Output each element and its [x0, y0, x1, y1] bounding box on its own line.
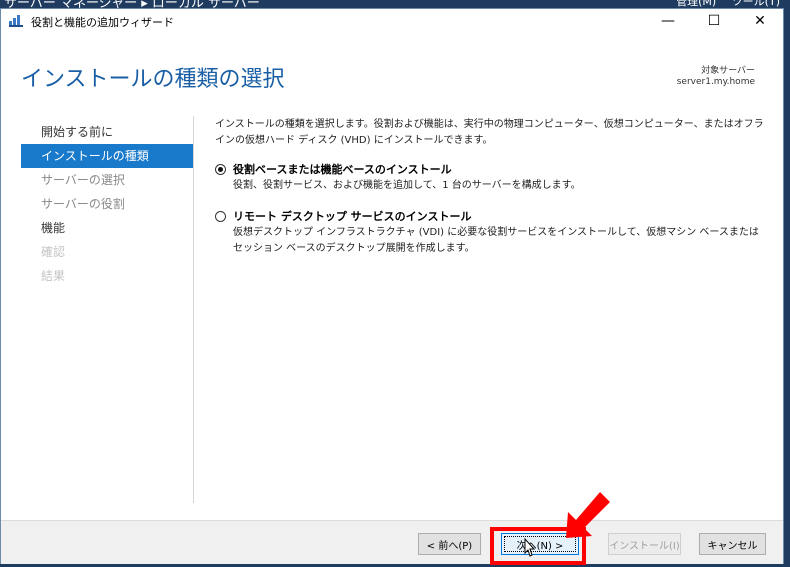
nav-item-server-selection: サーバーの選択	[41, 173, 125, 187]
title-bar[interactable]: 役割と機能の追加ウィザード — ☐ ✕	[1, 9, 783, 33]
window-title: 役割と機能の追加ウィザード	[31, 16, 174, 29]
wizard-nav: 開始する前に インストールの種類 サーバーの選択 サーバーの役割 機能 確認 結…	[21, 120, 193, 288]
nav-item-before-you-begin[interactable]: 開始する前に	[21, 120, 193, 144]
background-menu-tools[interactable]: ツール(T)	[732, 0, 780, 8]
nav-item-confirmation: 確認	[41, 245, 66, 259]
option-role-based-title[interactable]: 役割ベースまたは機能ベースのインストール	[233, 161, 767, 178]
nav-item-features[interactable]: 機能	[21, 216, 193, 240]
nav-item-results: 結果	[41, 269, 66, 283]
nav-item-server-roles: サーバーの役割	[41, 197, 125, 211]
intro-text: インストールの種類を選択します。役割および機能は、実行中の物理コンピューター、仮…	[215, 119, 764, 146]
option-role-based-description: 役割、役割サービス、および機能を追加して、1 台のサーバーを構成します。	[233, 180, 581, 191]
option-remote-desktop-description: 仮想デスクトップ インフラストラクチャ (VDI) に必要な役割サービスをインス…	[233, 227, 759, 254]
mouse-cursor-icon	[524, 538, 536, 557]
option-remote-desktop-title[interactable]: リモート デスクトップ サービスのインストール	[233, 208, 767, 225]
radio-remote-desktop[interactable]	[215, 211, 226, 222]
install-button: インストール(I)	[608, 533, 681, 555]
page-title: インストールの種類の選択	[21, 67, 285, 92]
radio-role-based[interactable]	[215, 164, 226, 175]
close-icon: ✕	[754, 13, 766, 29]
server-manager-icon	[9, 15, 23, 27]
target-server-value: server1.my.home	[676, 77, 755, 87]
cancel-button[interactable]: キャンセル	[699, 533, 766, 555]
background-app-strip: サーバー マネージャー ▸ ローカル サーバー 管理(M) ツール(T)	[0, 0, 790, 8]
maximize-button[interactable]: ☐	[691, 9, 737, 33]
close-button[interactable]: ✕	[737, 9, 783, 33]
wizard-window: 役割と機能の追加ウィザード — ☐ ✕ インストールの種類の選択 対象サーバー …	[0, 8, 784, 564]
option-role-based[interactable]: 役割ベースまたは機能ベースのインストール 役割、役割サービス、および機能を追加し…	[215, 161, 767, 194]
nav-divider	[193, 116, 194, 503]
background-app-title: サーバー マネージャー ▸ ローカル サーバー	[4, 0, 260, 8]
previous-button[interactable]: < 前へ(P)	[418, 533, 481, 555]
target-server-label: 対象サーバー	[701, 66, 755, 76]
maximize-icon: ☐	[707, 13, 721, 29]
red-arrow-icon	[566, 492, 610, 538]
background-menu: 管理(M) ツール(T)	[676, 0, 780, 8]
nav-item-installation-type[interactable]: インストールの種類	[21, 144, 193, 168]
minimize-icon: —	[661, 13, 675, 29]
background-menu-manage[interactable]: 管理(M)	[676, 0, 716, 8]
option-remote-desktop[interactable]: リモート デスクトップ サービスのインストール 仮想デスクトップ インフラストラ…	[215, 208, 767, 257]
minimize-button[interactable]: —	[645, 9, 691, 33]
main-content: インストールの種類を選択します。役割および機能は、実行中の物理コンピューター、仮…	[215, 117, 767, 257]
wizard-footer: < 前へ(P) 次へ(N) > インストール(I) キャンセル	[1, 520, 783, 564]
